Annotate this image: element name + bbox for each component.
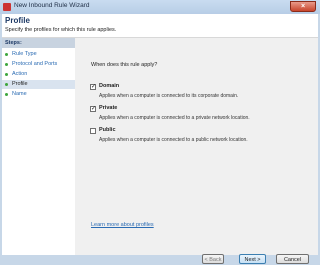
step-label: Rule Type bbox=[12, 51, 37, 57]
page-subtitle: Specify the profiles for which this rule… bbox=[5, 27, 117, 33]
step-dot-icon bbox=[5, 83, 8, 86]
public-description: Applies when a computer is connected to … bbox=[99, 137, 248, 143]
main-panel: When does this rule apply? Domain Applie… bbox=[78, 38, 318, 255]
domain-checkbox[interactable] bbox=[90, 83, 96, 90]
step-dot-icon bbox=[5, 53, 8, 56]
next-button[interactable]: Next > bbox=[239, 254, 266, 264]
step-dot-icon bbox=[5, 63, 8, 66]
public-label[interactable]: Public bbox=[99, 127, 116, 133]
step-rule-type[interactable]: Rule Type bbox=[2, 50, 75, 59]
step-dot-icon bbox=[5, 93, 8, 96]
wizard-client-area: Profile Specify the profiles for which t… bbox=[2, 14, 318, 264]
public-checkbox[interactable] bbox=[90, 128, 96, 134]
step-action[interactable]: Action bbox=[2, 70, 75, 79]
step-label: Name bbox=[12, 91, 27, 97]
learn-more-link[interactable]: Learn more about profiles bbox=[91, 222, 154, 228]
step-dot-icon bbox=[5, 73, 8, 76]
rule-apply-question: When does this rule apply? bbox=[91, 62, 158, 68]
step-protocol-and-ports[interactable]: Protocol and Ports bbox=[2, 60, 75, 69]
page-title: Profile bbox=[5, 16, 30, 25]
private-checkbox[interactable] bbox=[90, 105, 96, 112]
step-label: Action bbox=[12, 71, 28, 77]
back-button[interactable]: < Back bbox=[202, 254, 224, 264]
step-profile[interactable]: Profile bbox=[2, 80, 75, 89]
title-bar[interactable]: New Inbound Rule Wizard × bbox=[0, 0, 320, 14]
step-label: Protocol and Ports bbox=[12, 61, 58, 67]
step-label: Profile bbox=[12, 81, 28, 87]
private-description: Applies when a computer is connected to … bbox=[99, 115, 250, 121]
wizard-window: New Inbound Rule Wizard × Profile Specif… bbox=[0, 0, 320, 264]
page-header: Profile Specify the profiles for which t… bbox=[2, 14, 318, 38]
cancel-button[interactable]: Cancel bbox=[276, 254, 309, 264]
step-name[interactable]: Name bbox=[2, 90, 75, 99]
domain-label[interactable]: Domain bbox=[99, 83, 119, 89]
close-button[interactable]: × bbox=[290, 1, 316, 12]
private-label[interactable]: Private bbox=[99, 105, 117, 111]
steps-header-label: Steps: bbox=[5, 40, 22, 46]
steps-header: Steps: bbox=[2, 38, 75, 48]
firewall-icon bbox=[3, 3, 11, 11]
steps-panel: Steps: Rule Type Protocol and Ports Acti… bbox=[2, 38, 75, 255]
domain-description: Applies when a computer is connected to … bbox=[99, 93, 239, 99]
window-title: New Inbound Rule Wizard bbox=[14, 2, 90, 9]
